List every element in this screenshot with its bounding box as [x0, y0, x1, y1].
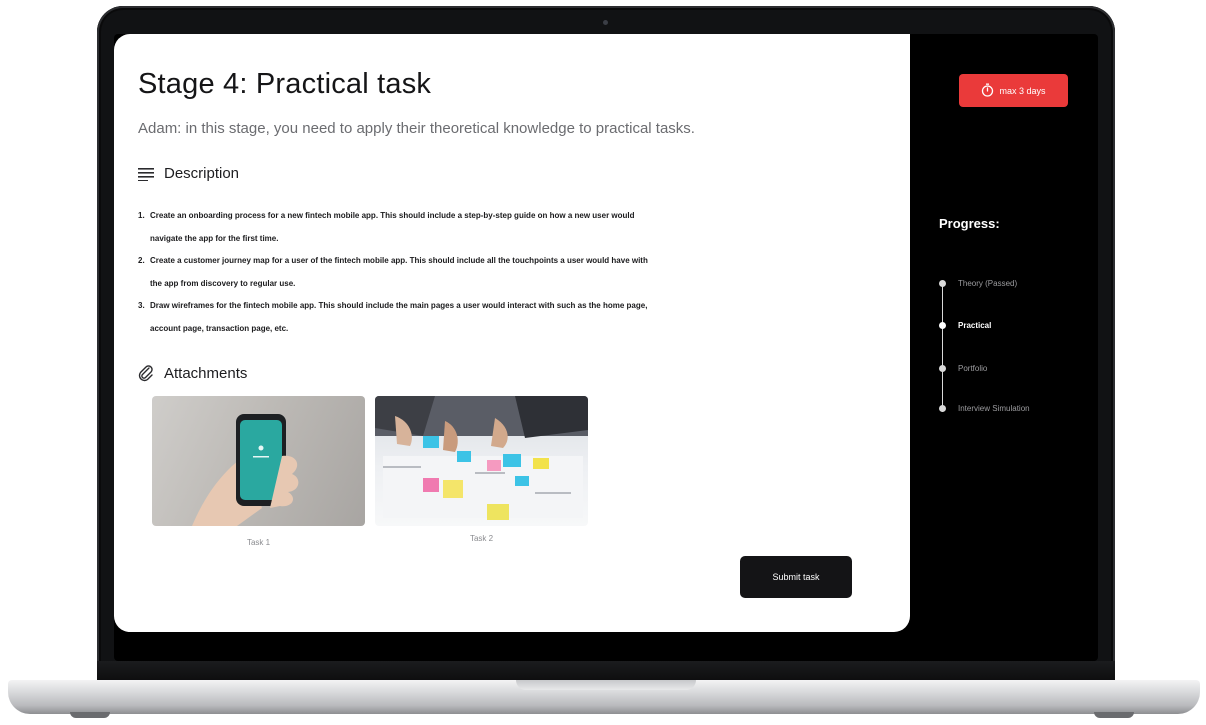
submit-task-button[interactable]: Submit task — [740, 556, 852, 598]
list-text: Create a customer journey map for a user… — [150, 256, 648, 265]
list-number-spacer — [138, 318, 150, 341]
list-text: the app from discovery to regular use. — [150, 278, 296, 288]
list-item-continuation: account page, transaction page, etc. — [138, 318, 853, 341]
list-number: 3. — [138, 301, 145, 310]
task-list: 1. Create an onboarding process for a ne… — [138, 205, 853, 340]
laptop-foot — [70, 712, 110, 718]
attachment-thumbnail-task-2[interactable] — [375, 396, 588, 526]
stopwatch-icon — [981, 83, 994, 99]
list-text: Draw wireframes for the fintech mobile a… — [150, 301, 648, 310]
list-item-continuation: the app from discovery to regular use. — [138, 273, 853, 296]
laptop-opening-notch — [516, 680, 696, 690]
attachments-heading: Attachments — [164, 364, 248, 382]
sticky-notes-image — [375, 396, 588, 520]
lines-icon — [138, 167, 154, 181]
page-title: Stage 4: Practical task — [138, 68, 432, 100]
list-item: 3. Draw wireframes for the fintech mobil… — [138, 295, 853, 318]
paperclip-icon — [138, 364, 154, 382]
attachments-header: Attachments — [138, 364, 247, 382]
laptop-foot — [1094, 712, 1134, 718]
time-limit-label: max 3 days — [999, 85, 1046, 96]
list-item: 1. Create an onboarding process for a ne… — [138, 205, 853, 228]
attachment-thumbnail-task-1[interactable] — [152, 396, 365, 526]
attachment-label: Task 2 — [469, 534, 494, 543]
task-card: Stage 4: Practical task Adam: in this st… — [114, 34, 910, 632]
attachment-label: Task 1 — [246, 538, 271, 547]
list-text: Create an onboarding process for a new f… — [150, 211, 635, 220]
phone-in-hand-image — [192, 414, 299, 526]
list-number: 2. — [138, 256, 145, 265]
list-text: account page, transaction page, etc. — [150, 323, 289, 333]
list-item: 2. Create a customer journey map for a u… — [138, 250, 853, 273]
description-heading: Description — [164, 165, 240, 182]
list-item-continuation: navigate the app for the first time. — [138, 228, 853, 251]
page-subtitle: Adam: in this stage, you need to apply t… — [138, 120, 695, 137]
time-limit-badge: max 3 days — [959, 74, 1068, 107]
list-number: 1. — [138, 211, 145, 220]
description-header: Description — [138, 165, 239, 182]
camera-icon — [603, 20, 608, 25]
list-number-spacer — [138, 273, 150, 296]
laptop-screen: Stage 4: Practical task Adam: in this st… — [114, 34, 1098, 661]
list-number-spacer — [138, 228, 150, 251]
list-text: navigate the app for the first time. — [150, 233, 279, 243]
